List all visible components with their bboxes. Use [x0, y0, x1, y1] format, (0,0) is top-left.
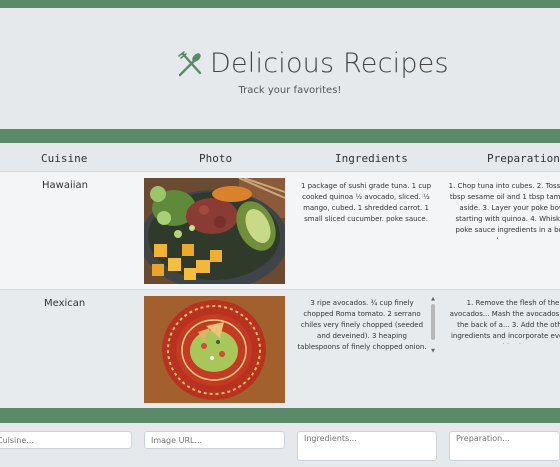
scroll-up-arrow-icon[interactable]: ▲: [430, 296, 436, 302]
cuisine-input[interactable]: [0, 431, 132, 449]
ingredients-textarea[interactable]: [297, 431, 437, 461]
page-subtitle: Track your favorites!: [238, 85, 342, 96]
preparation-textarea[interactable]: [449, 431, 560, 461]
table-top-bar: [0, 129, 560, 143]
preparation-cell: 1. Remove the flesh of the avocados... M…: [449, 299, 560, 344]
scroll-thumb[interactable]: [431, 304, 435, 340]
ingredients-cell: 1 package of sushi grade tuna. 1 cup coo…: [300, 182, 432, 223]
page-title: Delicious Recipes: [210, 48, 449, 79]
column-header-cuisine: Cuisine: [41, 152, 88, 165]
column-header-ingredients: Ingredients: [335, 152, 408, 165]
top-accent-bar: [0, 0, 560, 8]
column-header-preparation: Preparation: [487, 152, 560, 165]
utensils-icon: [178, 50, 202, 76]
image-url-input[interactable]: [144, 431, 285, 449]
ingredients-scrollbar[interactable]: ▲ ▼: [430, 296, 436, 354]
cuisine-cell: Mexican: [44, 298, 86, 309]
recipe-photo-poke-bowl: [144, 178, 285, 284]
ingredients-cell: 3 ripe avocados. ¾ cup finely chopped Ro…: [297, 299, 427, 351]
row-divider: [0, 171, 560, 172]
cuisine-cell: Hawaiian: [42, 180, 88, 191]
preparation-cell: 1. Chop tuna into cubes. 2. Toss with tb…: [448, 182, 560, 239]
column-header-photo: Photo: [199, 152, 233, 165]
row-divider: [0, 289, 560, 290]
table-bottom-bar: [0, 408, 560, 423]
recipe-photo-guacamole: [144, 296, 285, 403]
brand: Delicious Recipes: [176, 48, 449, 79]
header: Delicious Recipes Track your favorites!: [0, 8, 560, 129]
scroll-down-arrow-icon[interactable]: ▼: [430, 348, 436, 354]
